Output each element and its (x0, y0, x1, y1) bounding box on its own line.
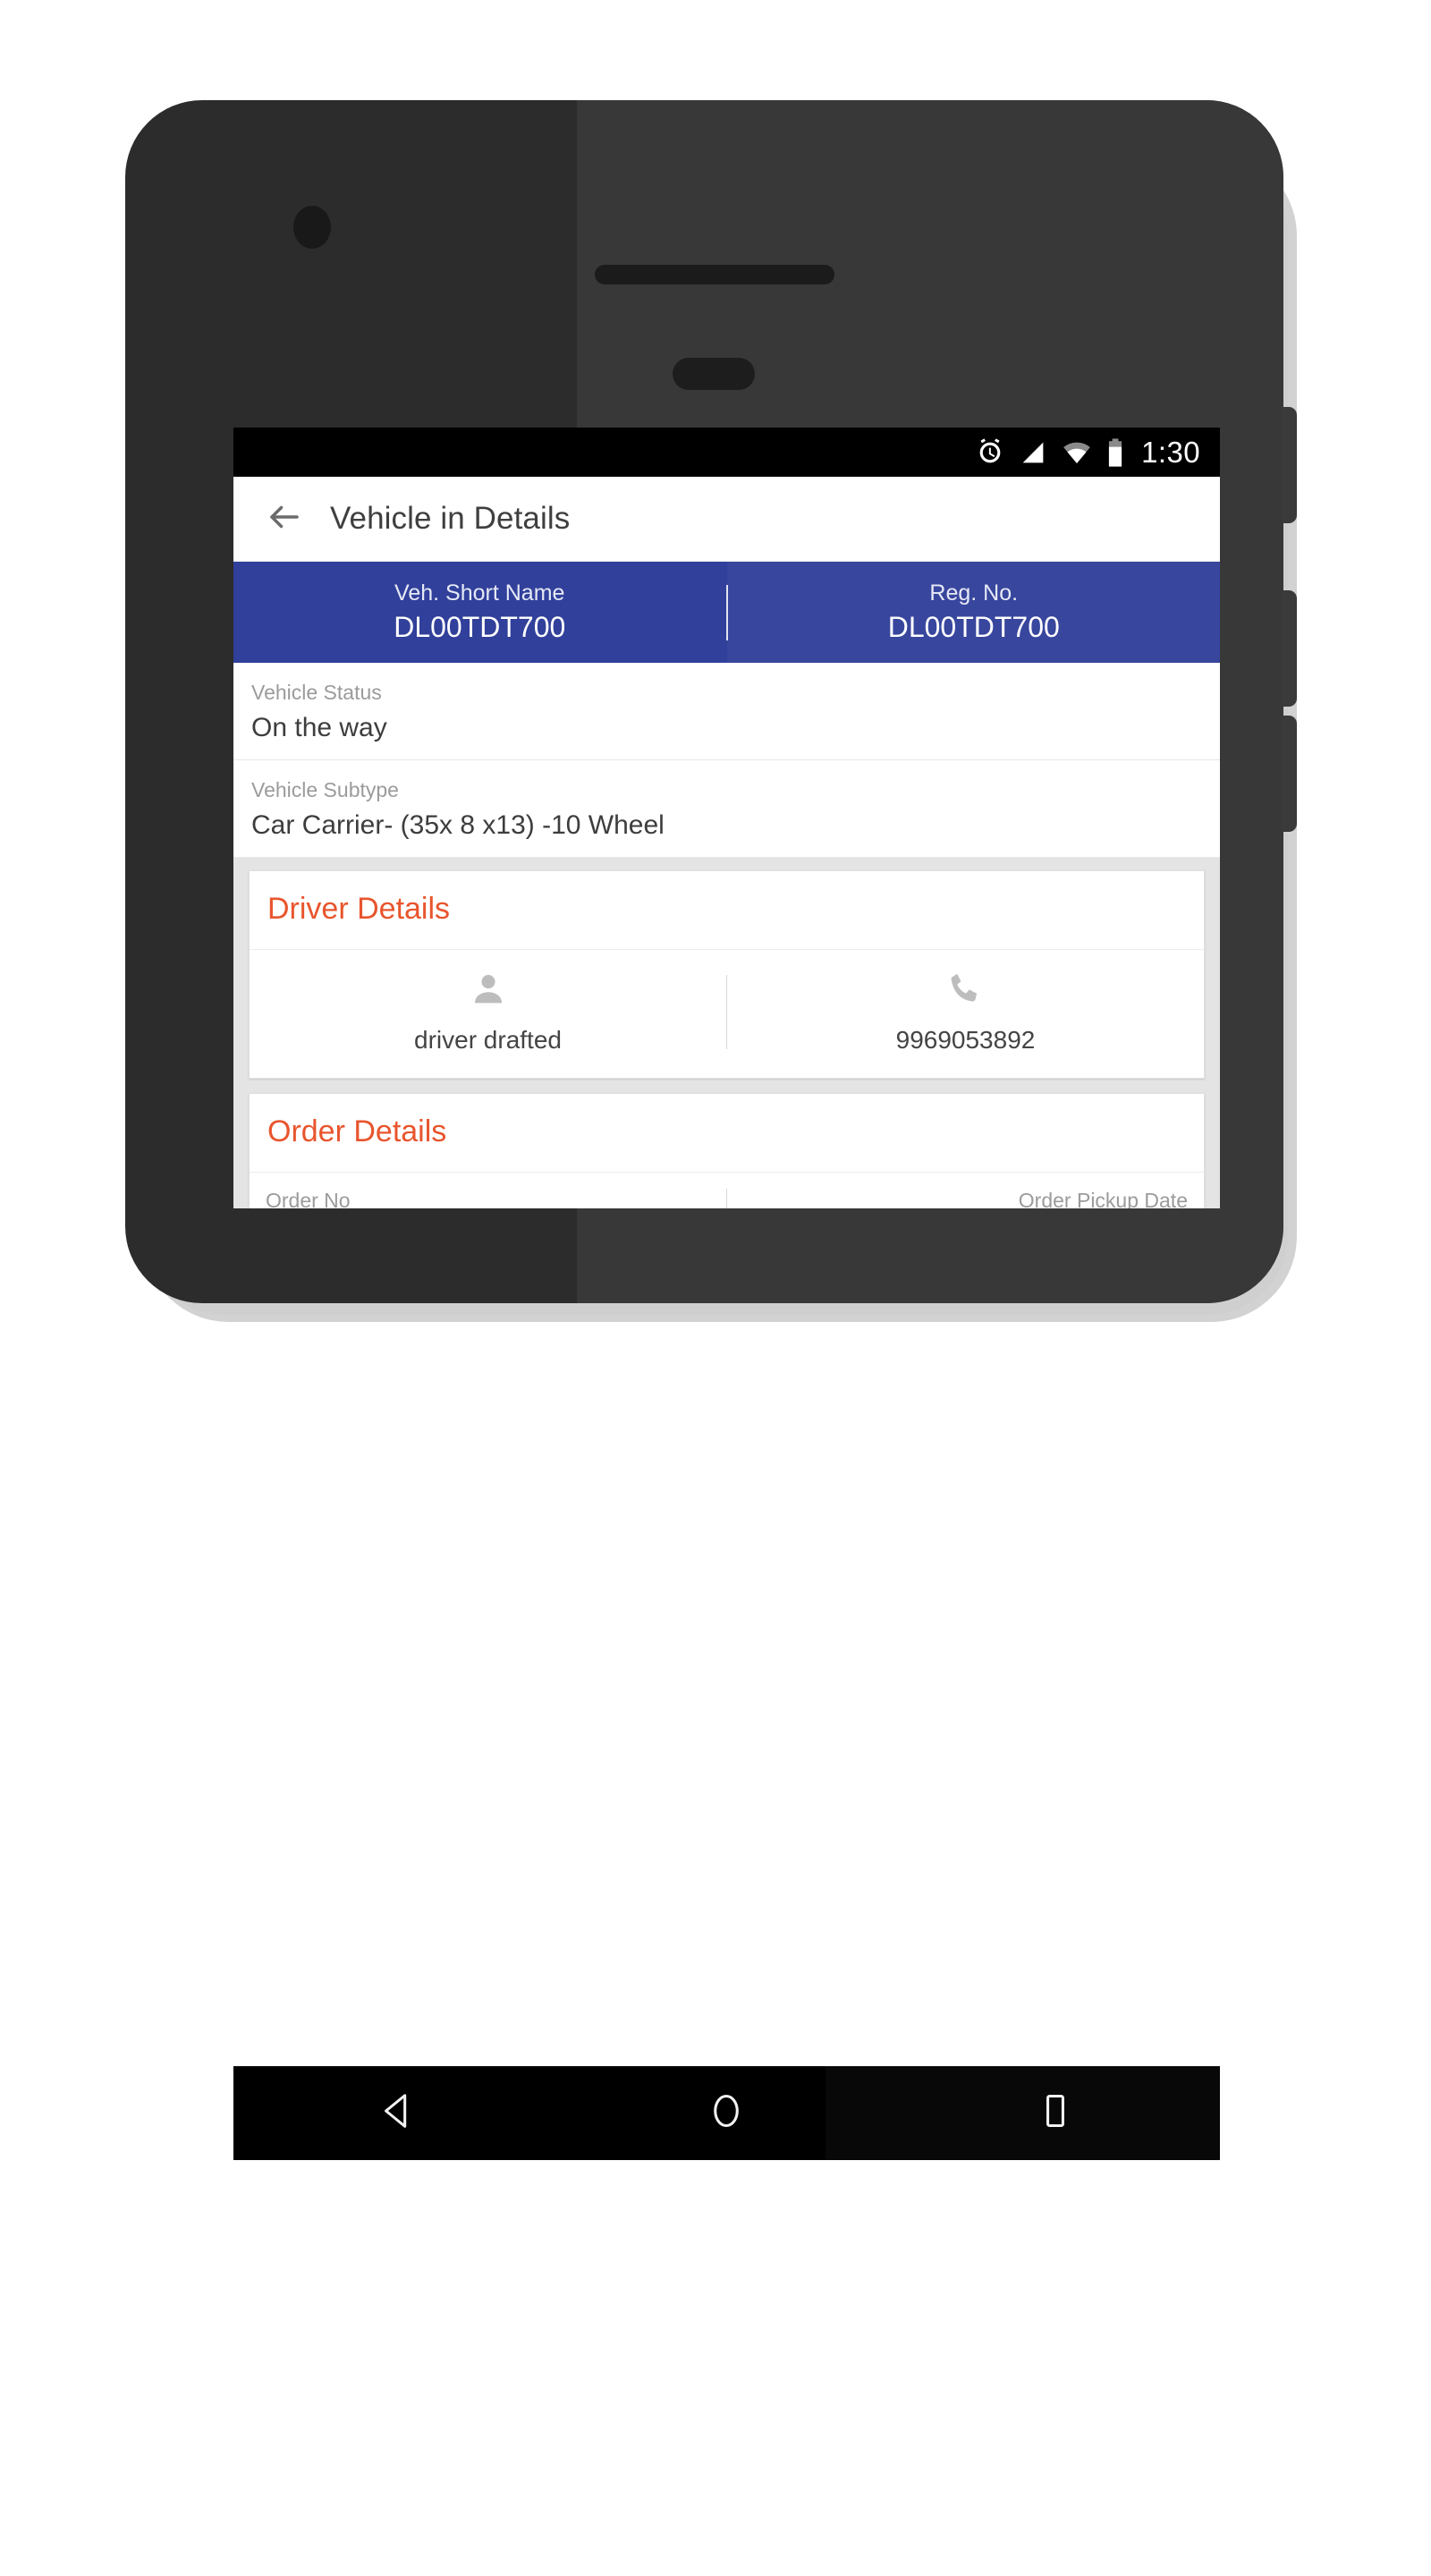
person-icon (469, 970, 508, 1013)
screenshot-stage: 1:30 Vehicle in Details Veh. Short Name … (0, 0, 1431, 2576)
nav-back-triangle-icon[interactable] (377, 2090, 419, 2136)
vehicle-subtype-row: Vehicle Subtype Car Carrier- (35x 8 x13)… (233, 760, 1220, 858)
app-toolbar: Vehicle in Details (233, 477, 1220, 562)
nav-home-circle-icon[interactable] (706, 2090, 747, 2136)
nav-bar-sheen (826, 2066, 1220, 2160)
vehicle-status-value: On the way (251, 712, 387, 742)
driver-name-value: driver drafted (414, 1025, 562, 1054)
pickup-date-block: Order Pickup Date 29-05-2017 (727, 1185, 1204, 1208)
phone-screen: 1:30 Vehicle in Details Veh. Short Name … (233, 428, 1220, 1208)
vehicle-short-name-value: DL00TDT700 (394, 610, 566, 643)
vehicle-subtype-label: Vehicle Subtype (251, 778, 399, 801)
android-status-bar: 1:30 (233, 428, 1220, 477)
driver-contact-strip: driver drafted 9969053892 (250, 950, 1204, 1078)
driver-details-card: Driver Details driver drafted 9969053892 (249, 870, 1205, 1079)
vehicle-short-name-block: Veh. Short Name DL00TDT700 (233, 579, 726, 646)
driver-phone-value: 9969053892 (895, 1025, 1036, 1054)
android-nav-bar (233, 2066, 1220, 2160)
content-scroll-area[interactable]: Driver Details driver drafted 9969053892… (233, 858, 1220, 1208)
nav-recents-square-icon[interactable] (1035, 2090, 1076, 2136)
driver-details-title: Driver Details (250, 871, 1204, 950)
order-no-block: Order No 20110 (250, 1185, 726, 1208)
driver-phone-block[interactable]: 9969053892 (727, 970, 1204, 1055)
vehicle-header-banner: Veh. Short Name DL00TDT700 Reg. No. DL00… (233, 562, 1220, 663)
pickup-date-label: Order Pickup Date (1018, 1188, 1188, 1208)
vehicle-subtype-value: Car Carrier- (35x 8 x13) -10 Wheel (251, 809, 665, 840)
power-button[interactable] (1281, 407, 1297, 523)
order-no-label: Order No (266, 1188, 351, 1208)
driver-name-block: driver drafted (250, 970, 726, 1055)
page-title: Vehicle in Details (330, 501, 571, 536)
signal-icon (1018, 437, 1048, 468)
proximity-sensor (673, 358, 755, 390)
vehicle-status-label: Vehicle Status (251, 681, 382, 704)
vehicle-reg-no-label: Reg. No. (929, 580, 1019, 606)
vehicle-reg-no-block: Reg. No. DL00TDT700 (728, 579, 1221, 646)
battery-icon (1105, 437, 1125, 468)
volume-down-button[interactable] (1281, 716, 1297, 832)
wifi-icon (1061, 437, 1093, 468)
order-no-and-pickup-row: Order No 20110 Order Pickup Date 29-05-2… (250, 1173, 1204, 1208)
front-camera-icon (293, 206, 331, 249)
vehicle-status-row: Vehicle Status On the way (233, 663, 1220, 760)
status-bar-clock: 1:30 (1141, 436, 1200, 469)
order-details-card: Order Details Order No 20110 Order Picku… (249, 1092, 1205, 1208)
alarm-icon (975, 437, 1005, 468)
header-divider (725, 584, 728, 640)
phone-icon (946, 970, 986, 1013)
back-arrow-icon[interactable] (266, 498, 303, 540)
vehicle-reg-no-value: DL00TDT700 (887, 610, 1060, 643)
volume-up-button[interactable] (1281, 590, 1297, 707)
order-details-title: Order Details (250, 1094, 1204, 1173)
vehicle-short-name-label: Veh. Short Name (394, 580, 565, 606)
earpiece-speaker (595, 265, 834, 284)
